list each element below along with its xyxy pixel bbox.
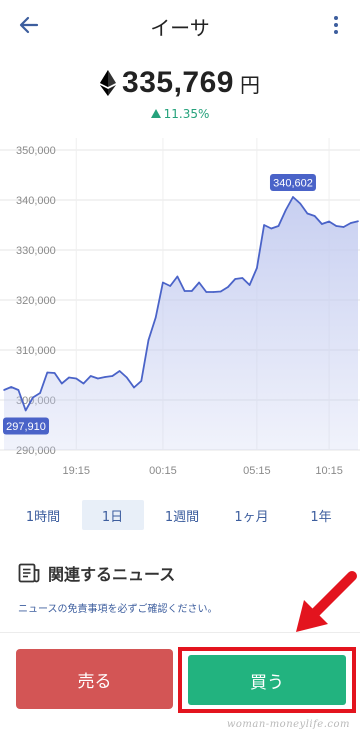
y-tick-label: 320,000	[16, 295, 56, 307]
data-point	[292, 196, 294, 198]
data-point	[198, 281, 200, 284]
data-point	[357, 220, 359, 222]
data-point	[3, 389, 5, 391]
data-point	[176, 275, 179, 278]
data-point	[350, 222, 352, 224]
period-tab-1d[interactable]: 1日	[81, 500, 144, 530]
price-change: 11.35%	[0, 107, 360, 121]
x-tick-label: 00:15	[149, 465, 177, 477]
data-point	[75, 377, 77, 380]
annotation-label: 340,602	[273, 177, 313, 189]
price-display: 335,769 円	[0, 66, 360, 100]
period-tab-1h[interactable]: 1時間	[12, 500, 74, 530]
y-tick-label: 350,000	[16, 145, 56, 157]
data-point	[68, 376, 70, 379]
period-selector: 1時間 1日 1週間 1ヶ月 1年	[12, 500, 352, 530]
current-price: 335,769	[122, 66, 234, 99]
data-point	[162, 281, 164, 284]
x-tick-label: 10:15	[315, 465, 343, 477]
data-point	[328, 220, 330, 223]
buy-button[interactable]: 買う	[188, 655, 346, 705]
data-point	[61, 382, 63, 385]
period-tab-1w[interactable]: 1週間	[151, 500, 213, 530]
data-point	[39, 392, 41, 394]
news-section-header: 関連するニュース	[18, 561, 175, 585]
data-point	[227, 286, 229, 288]
app-header: イーサ	[0, 0, 360, 50]
data-point	[306, 212, 309, 215]
period-tab-1m[interactable]: 1ヶ月	[221, 500, 283, 530]
data-point	[313, 215, 316, 217]
data-point	[263, 224, 265, 226]
x-tick-label: 19:15	[62, 465, 90, 477]
data-point	[248, 284, 251, 286]
data-point	[97, 377, 99, 380]
watermark: woman-moneylife.com	[226, 719, 350, 730]
data-point	[10, 386, 12, 388]
data-point	[321, 223, 323, 225]
data-point	[219, 290, 222, 293]
x-tick-label: 05:15	[243, 465, 271, 477]
price-unit: 円	[239, 73, 260, 97]
data-point	[285, 209, 287, 211]
sell-button[interactable]: 売る	[16, 649, 173, 709]
price-chart[interactable]: 290,000300,000310,000320,000330,000340,0…	[0, 138, 360, 483]
data-point	[241, 277, 244, 279]
page-title: イーサ	[150, 16, 210, 40]
data-point	[118, 370, 121, 372]
data-point	[277, 225, 280, 227]
data-point	[24, 409, 27, 412]
data-point	[234, 278, 236, 280]
data-point	[342, 226, 345, 228]
buy-highlight-frame: 買う	[178, 647, 356, 713]
up-triangle-icon	[150, 109, 161, 118]
period-tab-1y[interactable]: 1年	[290, 500, 352, 530]
price-change-value: 11.35%	[163, 107, 210, 121]
news-document-icon	[18, 563, 40, 583]
data-point	[111, 375, 114, 377]
data-point	[46, 371, 49, 374]
data-point	[270, 227, 273, 230]
data-point	[256, 267, 258, 269]
data-point	[205, 291, 208, 293]
area-fill	[4, 197, 358, 450]
data-point	[212, 291, 215, 293]
data-point	[104, 376, 106, 378]
y-tick-label: 310,000	[16, 345, 56, 357]
data-point	[299, 202, 302, 205]
more-vert-icon	[334, 16, 338, 20]
data-point	[82, 382, 85, 385]
ethereum-icon	[100, 70, 117, 96]
data-point	[140, 380, 143, 382]
data-point	[183, 290, 186, 292]
action-bar: 売る 買う woman-moneylife.com	[0, 632, 360, 730]
data-point	[53, 372, 56, 374]
red-arrow-annotation-icon	[296, 571, 357, 632]
annotation-label: 297,910	[6, 421, 46, 433]
data-point	[89, 375, 92, 377]
data-point	[17, 389, 20, 391]
data-point	[191, 290, 193, 292]
data-point	[147, 339, 150, 341]
news-disclaimer-link[interactable]: ニュースの免責事項を必ずご確認ください。	[18, 600, 218, 615]
data-point	[154, 316, 157, 319]
y-tick-label: 330,000	[16, 245, 56, 257]
data-point	[32, 396, 34, 399]
data-point	[126, 376, 128, 379]
data-point	[133, 386, 135, 389]
more-menu-button[interactable]	[326, 12, 346, 38]
news-title: 関連するニュース	[48, 565, 176, 584]
data-point	[169, 285, 171, 287]
data-point	[335, 225, 338, 227]
y-tick-label: 340,000	[16, 195, 56, 207]
